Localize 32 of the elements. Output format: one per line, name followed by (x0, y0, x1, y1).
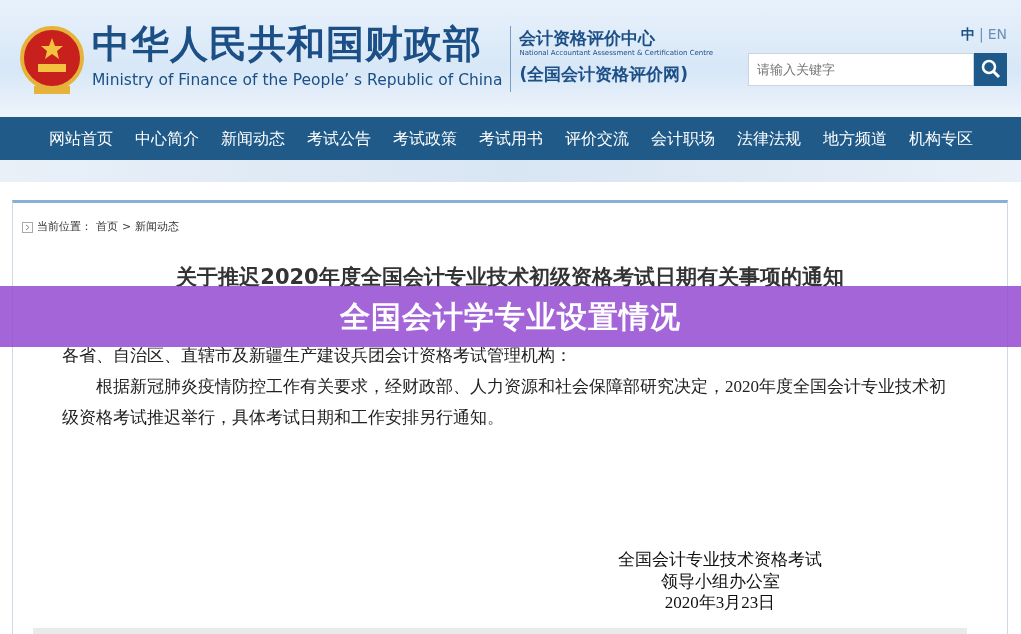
ministry-english-name: Ministry of Finance of the People’ s Republic of China (92, 69, 503, 91)
nav-link[interactable]: 中心简介 (134, 126, 199, 151)
breadcrumb-link[interactable]: 首页 (96, 219, 118, 236)
search-icon (980, 59, 1001, 79)
article-title: 关于推迟2020年度全国会计专业技术初级资格考试日期有关事项的通知 (175, 263, 845, 291)
breadcrumb-label: 当前位置： (37, 219, 92, 235)
ministry-title: 中华人民共和国财政部 (92, 24, 483, 63)
search-field[interactable]: 请输入关键字 (748, 52, 974, 86)
search-button[interactable] (974, 52, 1007, 86)
salutation-text: 各省、自治区、直辖市及新疆生产建设兵团会计资格考试管理机构： (62, 345, 573, 367)
signature-line: 领导小组办公室 (659, 570, 781, 592)
nav-link[interactable]: 考试政策 (392, 126, 457, 151)
nav-link[interactable]: 评价交流 (564, 126, 629, 151)
nav-link[interactable]: 新闻动态 (220, 126, 285, 151)
nav-link[interactable]: 法律法规 (736, 126, 801, 151)
body-paragraph: 根据新冠肺炎疫情防控工作有关要求，经财政部、人力资源和社会保障部研究决定，2020年度全国会计专业技术初级资格考试推迟举行，具体考试日期和工作安排另行通知。 (62, 375, 947, 429)
overlay-title: 全国会计学专业设置情况 (340, 298, 681, 336)
nav-link[interactable]: 地方频道 (822, 126, 887, 151)
nav-link[interactable]: 会计职场 (650, 126, 715, 151)
arrow-icon (22, 221, 33, 233)
breadcrumb-link[interactable]: 新闻动态 (135, 219, 180, 236)
breadcrumb-separator: > (122, 219, 132, 235)
nav-link[interactable]: 考试公告 (306, 126, 371, 151)
language-link[interactable]: 中 (960, 25, 975, 42)
center-title: 会计资格评价中心 (519, 29, 657, 48)
signature-line: 2020年3月23日 (663, 591, 777, 614)
signature-line: 全国会计专业技术资格考试 (617, 549, 823, 571)
site-name: (全国会计资格评价网) (519, 63, 689, 87)
separator: | (978, 25, 984, 42)
nav-link[interactable]: 网站首页 (48, 126, 113, 151)
nav-link[interactable]: 机构专区 (908, 126, 973, 151)
nav-link[interactable]: 考试用书 (478, 126, 543, 151)
